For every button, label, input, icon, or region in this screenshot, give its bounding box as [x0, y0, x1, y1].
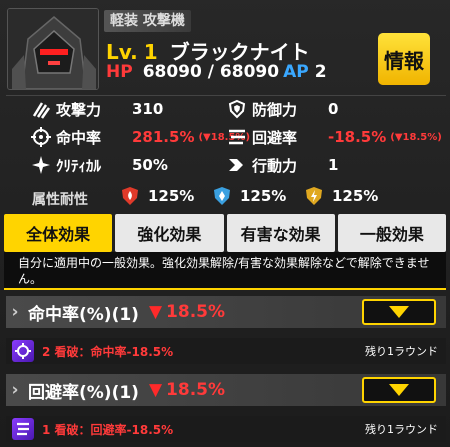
effect-detail-row: 1 看破：回避率-18.5% 残り1ラウンド — [6, 416, 446, 442]
resistance-ice: 125% — [214, 187, 286, 205]
effect-header[interactable]: › 回避率(%)(1) ▼ 18.5% — [6, 374, 446, 406]
sparkle-icon — [30, 154, 52, 176]
expand-dropdown-button[interactable] — [362, 377, 436, 403]
stat-critical: ｸﾘﾃｨｶﾙ 50% — [30, 154, 168, 176]
hp-row: HP 68090 / 68090 AP 2 — [106, 62, 327, 82]
hp-max: 68090 — [219, 62, 280, 82]
crosshair-icon — [30, 126, 52, 148]
resistance-label: 属性耐性 — [32, 192, 88, 208]
level-label: Lv. — [106, 40, 138, 64]
chevron-down-icon — [389, 384, 409, 396]
stat-value: -18.5% — [328, 128, 387, 146]
stat-evasion: 回避率 -18.5% (▼18.5%) — [226, 126, 442, 148]
effect-detail-row: 2 看破：命中率-18.5% 残り1ラウンド — [6, 338, 446, 364]
effect-header[interactable]: › 命中率(%)(1) ▼ 18.5% — [6, 296, 446, 328]
stat-attack: 攻撃力 310 — [30, 98, 163, 120]
stat-accuracy: 命中率 281.5% (▼18.5%) — [30, 126, 250, 148]
effect-tabs: 全体効果 強化効果 有害な効果 一般効果 — [4, 214, 446, 252]
stat-label: 回避率 — [252, 128, 298, 147]
stat-modifier: (▼18.5%) — [390, 131, 442, 143]
resistance-value: 125% — [240, 187, 287, 205]
effect-percent: 18.5% — [166, 380, 226, 400]
stat-label: 攻撃力 — [56, 100, 102, 119]
hp-separator: / — [207, 62, 214, 82]
chevron-down-icon — [389, 306, 409, 318]
divider — [6, 95, 446, 96]
resistance-value: 125% — [148, 187, 195, 205]
remaining-rounds: 残り1ラウンド — [365, 345, 438, 358]
stat-label: 防御力 — [252, 100, 298, 119]
stat-value: 310 — [132, 100, 164, 118]
resistance-value: 125% — [332, 187, 379, 205]
stat-label: ｸﾘﾃｨｶﾙ — [56, 156, 102, 175]
effect-title: 回避率(%)(1) — [28, 382, 139, 403]
ap-value: 2 — [314, 62, 327, 82]
stat-defense: 防御力 0 — [226, 98, 338, 120]
tab-all-effects[interactable]: 全体効果 — [4, 214, 113, 252]
stat-value: 1 — [328, 156, 339, 174]
stat-value: 281.5% — [132, 128, 195, 146]
tab-buffs[interactable]: 強化効果 — [115, 214, 224, 252]
chevron-right-icon: › — [11, 302, 19, 322]
effect-detail-text: 2 看破：命中率-18.5% — [42, 344, 174, 359]
chevron-right-icon: › — [11, 380, 19, 400]
level-row: Lv. 1 ブラックナイト — [106, 36, 310, 65]
stat-label: 行動力 — [252, 156, 298, 175]
unit-portrait — [7, 8, 99, 90]
stat-value: 50% — [132, 156, 168, 174]
evasion-debuff-icon — [12, 418, 34, 440]
resistance-lightning: 125% — [306, 187, 378, 205]
stat-value: 0 — [328, 100, 339, 118]
fire-shield-icon — [122, 187, 138, 205]
chevron-right-icon — [226, 154, 248, 176]
stat-label: 命中率 — [56, 128, 102, 147]
evasion-lines-icon — [226, 126, 248, 148]
resistance-fire: 125% — [122, 187, 194, 205]
down-triangle-icon: ▼ — [148, 380, 163, 400]
accuracy-debuff-icon — [12, 340, 34, 362]
hp-current: 68090 — [142, 62, 202, 82]
ap-label: AP — [283, 62, 309, 82]
unit-class-tag: 軽装 攻撃機 — [104, 10, 191, 32]
shield-icon — [226, 98, 248, 120]
hp-label: HP — [106, 62, 133, 82]
tab-debuffs[interactable]: 有害な効果 — [226, 214, 335, 252]
effect-detail-text: 1 看破：回避率-18.5% — [42, 422, 174, 437]
lightning-shield-icon — [306, 187, 322, 205]
stat-action: 行動力 1 — [226, 154, 338, 176]
tab-description: 自分に適用中の一般効果。強化効果解除/有害な効果解除などで解除できません。 — [4, 252, 446, 290]
ice-shield-icon — [214, 187, 230, 205]
down-triangle-icon: ▼ — [148, 302, 163, 322]
level-value: 1 — [143, 40, 158, 64]
remaining-rounds: 残り1ラウンド — [365, 423, 438, 436]
effect-percent: 18.5% — [166, 302, 226, 322]
claw-icon — [30, 98, 52, 120]
info-button[interactable]: 情報 — [378, 33, 430, 85]
unit-name: ブラックナイト — [169, 40, 310, 64]
expand-dropdown-button[interactable] — [362, 299, 436, 325]
tab-general-effects[interactable]: 一般効果 — [337, 214, 446, 252]
effect-title: 命中率(%)(1) — [28, 304, 139, 325]
status-panel: 軽装 攻撃機 Lv. 1 ブラックナイト HP 68090 / 68090 AP 2 情報… — [0, 0, 450, 447]
